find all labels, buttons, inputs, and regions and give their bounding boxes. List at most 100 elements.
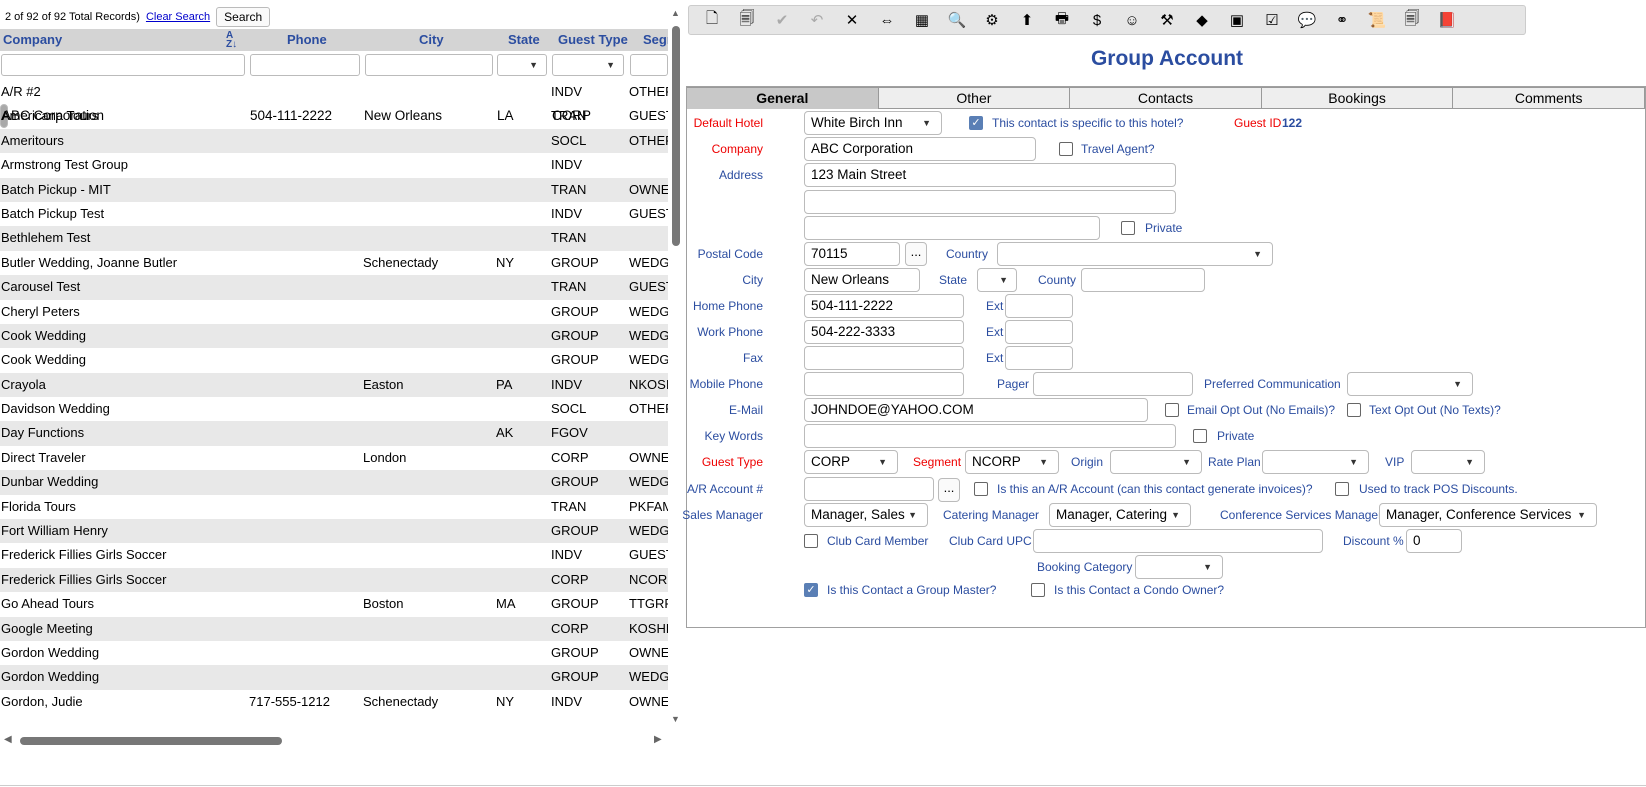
- table-row[interactable]: Google Meeting CORP KOSHE: [0, 616, 668, 641]
- city-input[interactable]: New Orleans: [804, 268, 920, 292]
- ar-lookup-button[interactable]: ...: [938, 478, 960, 502]
- col-guest-type[interactable]: Guest Type: [558, 32, 628, 47]
- keywords-private-checkbox[interactable]: [1193, 429, 1207, 443]
- search-button[interactable]: Search: [216, 7, 271, 27]
- table-row[interactable]: Frederick Fillies Girls Soccer CORP NCOR: [0, 567, 668, 593]
- ar-account-input[interactable]: [804, 477, 934, 501]
- table-row[interactable]: Ameritours SOCL OTHER: [0, 128, 668, 154]
- origin-select[interactable]: ▼: [1110, 450, 1202, 474]
- specific-hotel-checkbox[interactable]: ✓: [969, 116, 983, 130]
- glasses-icon[interactable]: ⚭: [1327, 7, 1357, 33]
- filter-phone-input[interactable]: [250, 54, 360, 76]
- table-row[interactable]: A/R #2 INDV OTHER: [0, 80, 668, 104]
- chat-icon[interactable]: 💬: [1292, 7, 1322, 33]
- pref-comm-select[interactable]: ▼: [1347, 372, 1473, 396]
- is-ar-checkbox[interactable]: [974, 482, 988, 496]
- county-input[interactable]: [1081, 268, 1205, 292]
- filter-guest-type-select[interactable]: ▼: [552, 54, 624, 76]
- fax-ext-input[interactable]: [1005, 346, 1073, 370]
- guest-type-select[interactable]: CORP ▼: [804, 450, 898, 474]
- col-company[interactable]: Company: [3, 32, 62, 47]
- table-row[interactable]: Day Functions AK FGOV: [0, 421, 668, 446]
- email-input[interactable]: JOHNDOE@YAHOO.COM: [804, 398, 1148, 422]
- export-icon[interactable]: ⬆: [1012, 7, 1042, 33]
- table-row[interactable]: Americana Tours TRAN GUEST: [0, 104, 668, 128]
- filter-state-select[interactable]: ▼: [497, 54, 547, 76]
- pos-discounts-checkbox[interactable]: [1335, 482, 1349, 496]
- scroll-down-icon[interactable]: ▼: [671, 714, 680, 724]
- tab-comments[interactable]: Comments: [1453, 87, 1645, 109]
- book-icon[interactable]: 📕: [1432, 7, 1462, 33]
- smiley-icon[interactable]: ☺: [1117, 7, 1147, 33]
- documents-icon[interactable]: 🗐: [1397, 7, 1427, 33]
- country-select[interactable]: ▼: [997, 242, 1273, 266]
- col-city[interactable]: City: [419, 32, 444, 47]
- check-icon[interactable]: ✔: [767, 7, 797, 33]
- scroll-left-icon[interactable]: ◀: [4, 734, 12, 745]
- table-row[interactable]: Batch Pickup - MIT TRAN OWNE: [0, 177, 668, 202]
- tab-bookings[interactable]: Bookings: [1261, 87, 1454, 109]
- scroll-right-icon[interactable]: ▶: [654, 734, 662, 745]
- vip-select[interactable]: ▼: [1411, 450, 1485, 474]
- col-phone[interactable]: Phone: [287, 32, 327, 47]
- condo-owner-checkbox[interactable]: [1031, 583, 1045, 597]
- table-row[interactable]: Cook Wedding GROUP WEDG: [0, 323, 668, 349]
- segment-select[interactable]: NCORP ▼: [965, 450, 1059, 474]
- state-select[interactable]: ▼: [977, 268, 1017, 292]
- work-phone-input[interactable]: 504-222-3333: [804, 320, 964, 344]
- filter-city-input[interactable]: [365, 54, 493, 76]
- sales-manager-select[interactable]: Manager, Sales ▼: [804, 503, 928, 527]
- table-row[interactable]: Direct Traveler London CORP OWNE: [0, 446, 668, 470]
- address-line1-input[interactable]: 123 Main Street: [804, 163, 1176, 187]
- home-ext-input[interactable]: [1005, 294, 1073, 318]
- company-input[interactable]: ABC Corporation: [804, 137, 1036, 161]
- tab-other[interactable]: Other: [878, 87, 1071, 109]
- scroll-up-icon[interactable]: ▲: [671, 8, 680, 18]
- table-row[interactable]: Frederick Fillies Girls Soccer INDV GUEST: [0, 543, 668, 567]
- horizontal-scrollbar[interactable]: ◀ ▶: [0, 733, 668, 749]
- clipboard-icon[interactable]: ☑: [1257, 7, 1287, 33]
- travel-agent-checkbox[interactable]: [1059, 142, 1073, 156]
- address-private-checkbox[interactable]: [1121, 221, 1135, 235]
- text-opt-out-checkbox[interactable]: [1347, 403, 1361, 417]
- address-line2-input[interactable]: [804, 190, 1176, 214]
- copy-doc-icon[interactable]: 🗐: [732, 7, 762, 33]
- calculator-icon[interactable]: ▦: [907, 7, 937, 33]
- club-card-upc-input[interactable]: [1033, 529, 1323, 553]
- table-row[interactable]: Gordon, Judie 717-555-1212 Schenectady NY IN…: [0, 690, 668, 714]
- rate-plan-select[interactable]: ▼: [1262, 450, 1369, 474]
- discount-input[interactable]: 0: [1406, 529, 1462, 553]
- postal-code-input[interactable]: 70115: [804, 242, 900, 266]
- new-doc-icon[interactable]: 🗋: [697, 7, 727, 33]
- table-row[interactable]: Crayola Easton PA INDV NKOSI: [0, 372, 668, 398]
- vertical-scrollbar[interactable]: ▲ ▼: [669, 8, 683, 726]
- work-ext-input[interactable]: [1005, 320, 1073, 344]
- network-icon[interactable]: ⚙: [977, 7, 1007, 33]
- vertical-scroll-thumb[interactable]: [672, 26, 680, 246]
- email-opt-out-checkbox[interactable]: [1165, 403, 1179, 417]
- table-row[interactable]: Bethlehem Test TRAN: [0, 226, 668, 251]
- address-line3-input[interactable]: [804, 216, 1100, 240]
- default-hotel-select[interactable]: White Birch Inn ▼: [804, 111, 942, 135]
- table-row[interactable]: Go Ahead Tours Boston MA GROUP TTGRP: [0, 592, 668, 616]
- table-row[interactable]: Armstrong Test Group INDV: [0, 153, 668, 177]
- group-master-checkbox[interactable]: ✓: [804, 583, 818, 597]
- pager-input[interactable]: [1033, 372, 1193, 396]
- table-row[interactable]: Gordon Wedding GROUP WEDG: [0, 665, 668, 690]
- booking-category-select[interactable]: ▼: [1135, 555, 1223, 579]
- tab-general[interactable]: General: [687, 87, 879, 109]
- table-row[interactable]: Davidson Wedding SOCL OTHER: [0, 397, 668, 421]
- find-icon[interactable]: 🔍: [942, 7, 972, 33]
- table-row[interactable]: Butler Wedding, Joanne Butler Schenectady…: [0, 251, 668, 275]
- print-icon[interactable]: 🖶: [1047, 7, 1077, 33]
- col-state[interactable]: State: [508, 32, 540, 47]
- table-row[interactable]: Batch Pickup Test INDV GUEST: [0, 202, 668, 226]
- table-row[interactable]: Gordon Wedding GROUP OWNE: [0, 641, 668, 665]
- catering-manager-select[interactable]: Manager, Catering ▼: [1049, 503, 1191, 527]
- scroll-icon[interactable]: 📜: [1362, 7, 1392, 33]
- filter-company-input[interactable]: [1, 54, 245, 76]
- eraser-icon[interactable]: ◆: [1187, 7, 1217, 33]
- tab-contacts[interactable]: Contacts: [1070, 87, 1262, 109]
- sort-az-icon[interactable]: A Z↓: [226, 31, 246, 50]
- postal-lookup-button[interactable]: ...: [905, 242, 927, 266]
